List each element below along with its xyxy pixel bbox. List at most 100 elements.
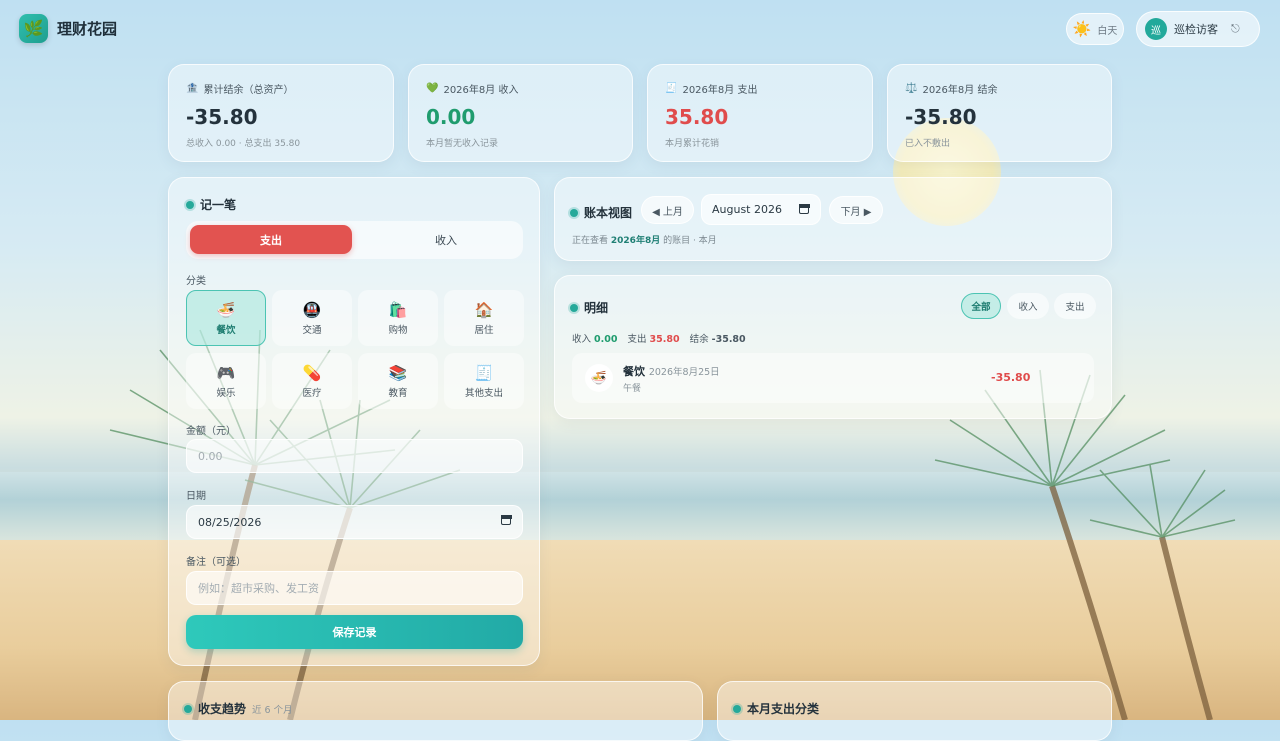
amount-input[interactable]: 0.00 [186, 439, 523, 473]
category-shopping[interactable]: 🛍️ 购物 [358, 290, 438, 346]
category-other-expense[interactable]: 🧾 其他支出 [444, 353, 524, 409]
note-label: 备注（可选） [186, 557, 246, 568]
calendar-icon[interactable] [500, 514, 512, 525]
dot-icon [184, 704, 192, 713]
user-name: 巡检访客 [1174, 23, 1218, 36]
prev-month-button[interactable]: ◀ 上月 [641, 196, 694, 224]
category-label: 娱乐 [216, 387, 236, 399]
dot-icon [570, 303, 578, 312]
category-medical[interactable]: 💊 医疗 [272, 353, 352, 409]
viewing-prefix: 正在查看 [572, 236, 609, 246]
books-icon: 📚 [388, 363, 408, 382]
house-icon: 🏠 [474, 300, 494, 319]
viewing-suffix: 的账目 · 本月 [663, 236, 717, 246]
income-label: 收入 [572, 334, 592, 345]
details-card: 明细 全部 收入 支出 收入 0.00 支出 35.80 结余 -35.80 🍜… [554, 275, 1112, 419]
theme-toggle-button[interactable]: ☀️ 白天 [1066, 13, 1124, 45]
receipt-icon: 🧾 [474, 363, 494, 382]
trend-title-text: 收支趋势 [198, 702, 247, 716]
entry-note: 午餐 [623, 384, 642, 394]
stat-sub: 已入不敷出 [905, 139, 951, 149]
category-label: 购物 [388, 324, 408, 336]
expense-type-button[interactable]: 支出 [190, 225, 352, 254]
leaf-logo-icon: 🌿 [19, 14, 48, 43]
income-type-button[interactable]: 收入 [371, 225, 521, 254]
shopping-bag-icon: 🛍️ [388, 300, 408, 319]
avatar: 巡 [1145, 18, 1167, 40]
category-entertainment[interactable]: 🎮 娱乐 [186, 353, 266, 409]
expense-value: 35.80 [649, 334, 680, 345]
category-breakdown-title: 本月支出分类 [733, 700, 819, 717]
category-dining[interactable]: 🍜 餐饮 [186, 290, 266, 346]
app-name: 理财花园 [57, 20, 118, 38]
filter-expense[interactable]: 支出 [1054, 293, 1096, 319]
ledger-view-card: 账本视图 ◀ 上月 August 2026 下月 ▶ 正在查看 2026年8月 … [554, 177, 1112, 261]
type-toggle: 支出 收入 [186, 221, 523, 259]
stat-value: 35.80 [665, 105, 729, 129]
save-record-button[interactable]: 保存记录 [186, 615, 523, 649]
receipt-icon: 🧾 [665, 83, 678, 94]
category-label: 教育 [388, 387, 408, 399]
category-label: 分类 [186, 276, 206, 287]
form-title-text: 记一笔 [200, 198, 237, 212]
ledger-title-text: 账本视图 [584, 206, 633, 220]
entry-category: 餐饮 2026年8月25日 [623, 363, 720, 379]
details-title: 明细 [570, 299, 608, 316]
category-education[interactable]: 📚 教育 [358, 353, 438, 409]
heart-icon: 💚 [426, 83, 439, 94]
date-label: 日期 [186, 491, 206, 502]
stat-label: 2026年8月 收入 [443, 85, 519, 96]
ledger-title: 账本视图 [570, 204, 632, 221]
details-summary: 收入 0.00 支出 35.80 结余 -35.80 [572, 331, 746, 345]
stat-card-total-balance: 🏦 累计结余（总资产） -35.80 总收入 0.00 · 总支出 35.80 [168, 64, 394, 162]
scale-icon: ⚖️ [905, 83, 918, 94]
dot-icon [186, 200, 194, 209]
category-transport[interactable]: 🚇 交通 [272, 290, 352, 346]
user-menu[interactable]: 巡 巡检访客 ⎋ [1136, 11, 1260, 47]
stat-value: -35.80 [186, 105, 258, 129]
next-month-button[interactable]: 下月 ▶ [829, 196, 883, 224]
theme-label: 白天 [1097, 25, 1118, 37]
details-title-text: 明细 [584, 301, 609, 315]
calendar-icon[interactable] [798, 203, 810, 214]
category-housing[interactable]: 🏠 居住 [444, 290, 524, 346]
stat-sub: 本月累计花销 [665, 139, 720, 149]
filter-income[interactable]: 收入 [1007, 293, 1049, 319]
category-label: 医疗 [302, 387, 322, 399]
entry-amount: -35.80 [991, 371, 1031, 384]
entry-category-text: 餐饮 [623, 365, 645, 378]
filter-all[interactable]: 全部 [961, 293, 1001, 319]
viewing-caption: 正在查看 2026年8月 的账目 · 本月 [572, 233, 717, 246]
balance-value: -35.80 [711, 334, 746, 345]
stat-value: -35.80 [905, 105, 977, 129]
month-value: August 2026 [712, 203, 782, 216]
month-picker[interactable]: August 2026 [701, 194, 821, 225]
viewing-month: 2026年8月 [610, 236, 661, 246]
stat-label: 2026年8月 支出 [682, 85, 758, 96]
category-label: 其他支出 [464, 387, 503, 399]
form-title: 记一笔 [186, 196, 236, 213]
expense-label: 支出 [627, 334, 647, 345]
sun-icon: ☀️ [1072, 20, 1092, 38]
stat-value: 0.00 [426, 105, 476, 129]
category-breakdown-title-text: 本月支出分类 [747, 702, 820, 716]
note-input[interactable]: 例如：超市采购、发工资 [186, 571, 523, 605]
stat-sub: 本月暂无收入记录 [426, 139, 499, 149]
stat-card-month-income: 💚 2026年8月 收入 0.00 本月暂无收入记录 [408, 64, 633, 162]
stat-card-month-expense: 🧾 2026年8月 支出 35.80 本月累计花销 [647, 64, 873, 162]
metro-icon: 🚇 [302, 300, 322, 319]
trend-card: 收支趋势 近 6 个月 [168, 681, 703, 741]
record-form-card: 记一笔 支出 收入 分类 🍜 餐饮 🚇 交通 🛍️ 购物 🏠 居住 🎮 娱乐 💊… [168, 177, 540, 666]
pill-icon: 💊 [302, 363, 322, 382]
category-label: 居住 [474, 324, 494, 336]
date-input[interactable]: 08/25/2026 [186, 505, 523, 539]
logout-icon[interactable]: ⎋ [1231, 22, 1240, 36]
entry-date: 2026年8月25日 [648, 367, 720, 378]
list-item[interactable]: 🍜 餐饮 2026年8月25日 午餐 -35.80 [572, 353, 1094, 403]
stat-sub: 总收入 0.00 · 总支出 35.80 [186, 139, 301, 149]
trend-subtitle: 近 6 个月 [252, 704, 293, 716]
app-brand[interactable]: 🌿 理财花园 [19, 14, 117, 43]
stat-card-month-balance: ⚖️ 2026年8月 结余 -35.80 已入不敷出 [887, 64, 1112, 162]
balance-label: 结余 [689, 334, 709, 345]
dot-icon [570, 208, 578, 217]
